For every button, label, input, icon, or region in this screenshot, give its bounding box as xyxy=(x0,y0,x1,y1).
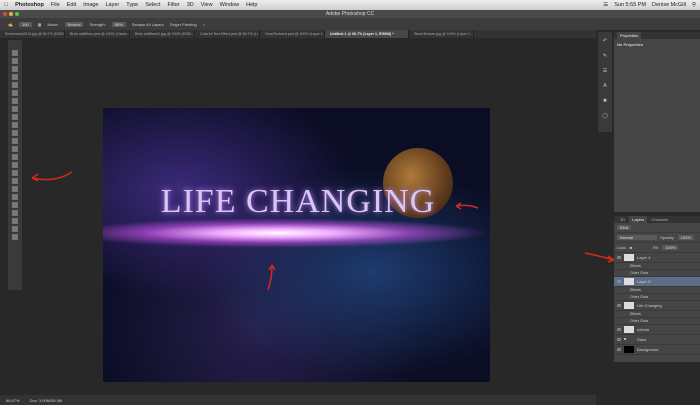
arrow-toolbar xyxy=(31,171,73,182)
arrow-planet xyxy=(455,202,479,210)
annotation-arrows xyxy=(31,171,615,291)
arrow-streak xyxy=(267,264,276,291)
arrow-layer xyxy=(584,252,615,263)
